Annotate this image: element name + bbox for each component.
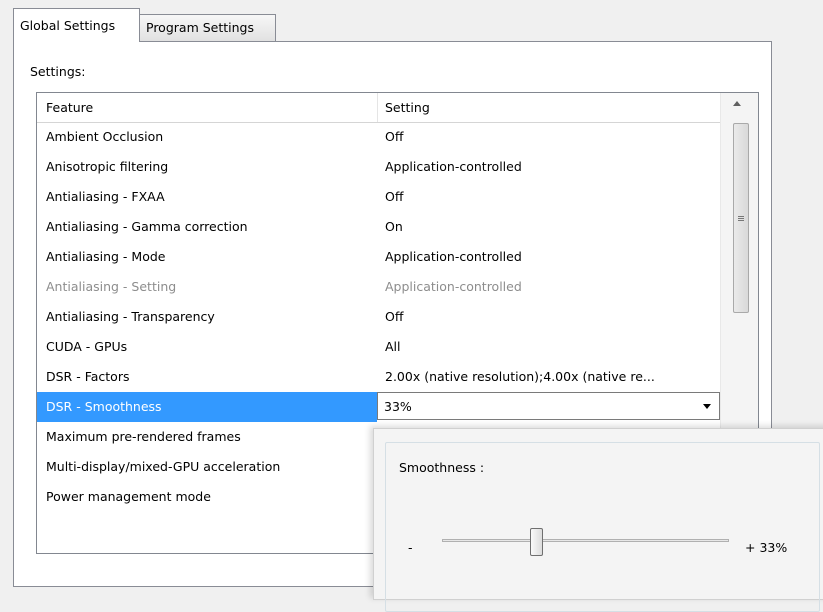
- feature-cell: Antialiasing - Mode: [46, 249, 166, 264]
- feature-cell: Antialiasing - Gamma correction: [46, 219, 248, 234]
- column-divider[interactable]: [377, 93, 378, 122]
- setting-cell: Off: [385, 189, 404, 204]
- setting-cell: 2.00x (native resolution);4.00x (native …: [385, 369, 655, 384]
- dropdown-value: 33%: [384, 399, 412, 414]
- setting-cell: All: [385, 339, 401, 354]
- scroll-up-arrow-icon[interactable]: [733, 101, 741, 106]
- table-row[interactable]: DSR - Factors 2.00x (native resolution);…: [37, 362, 720, 392]
- feature-cell: Maximum pre-rendered frames: [46, 429, 241, 444]
- grip-line: [738, 216, 744, 217]
- settings-label: Settings:: [30, 64, 86, 79]
- smoothness-dropdown[interactable]: 33%: [377, 392, 720, 420]
- column-header-feature[interactable]: Feature: [46, 100, 93, 115]
- tab-program-settings[interactable]: Program Settings: [139, 14, 276, 41]
- tab-label: Program Settings: [146, 20, 254, 35]
- setting-cell: On: [385, 219, 403, 234]
- feature-cell: Antialiasing - FXAA: [46, 189, 165, 204]
- table-row-disabled: Antialiasing - Setting Application-contr…: [37, 272, 720, 302]
- feature-cell: Anisotropic filtering: [46, 159, 169, 174]
- feature-cell: Multi-display/mixed-GPU acceleration: [46, 459, 281, 474]
- setting-cell: Application-controlled: [385, 159, 522, 174]
- grip-line: [738, 218, 744, 219]
- feature-cell: Ambient Occlusion: [46, 129, 164, 144]
- slider-thumb[interactable]: [530, 528, 544, 556]
- list-header: Feature Setting: [37, 93, 720, 123]
- smoothness-popup: Smoothness : - + 33%: [373, 428, 823, 612]
- table-row[interactable]: Ambient Occlusion Off: [37, 122, 720, 152]
- tab-label: Global Settings: [20, 18, 116, 33]
- setting-cell: Application-controlled: [385, 249, 522, 264]
- feature-cell: CUDA - GPUs: [46, 339, 128, 354]
- table-row[interactable]: Anisotropic filtering Application-contro…: [37, 152, 720, 182]
- table-row[interactable]: Antialiasing - FXAA Off: [37, 182, 720, 212]
- slider-track[interactable]: [442, 539, 729, 542]
- feature-cell: DSR - Smoothness: [46, 399, 162, 414]
- table-row-selected[interactable]: DSR - Smoothness 33%: [37, 392, 720, 422]
- dropdown-arrow-icon[interactable]: [703, 404, 711, 409]
- table-row[interactable]: CUDA - GPUs All: [37, 332, 720, 362]
- scrollbar-thumb[interactable]: [733, 123, 749, 313]
- feature-cell: Antialiasing - Setting: [46, 279, 177, 294]
- smoothness-title: Smoothness :: [399, 460, 485, 475]
- feature-cell: DSR - Factors: [46, 369, 130, 384]
- table-row[interactable]: Antialiasing - Transparency Off: [37, 302, 720, 332]
- minus-label: -: [408, 540, 413, 555]
- slider-value-label: + 33%: [745, 540, 788, 555]
- table-row[interactable]: Antialiasing - Mode Application-controll…: [37, 242, 720, 272]
- setting-cell: Off: [385, 309, 404, 324]
- table-row[interactable]: Antialiasing - Gamma correction On: [37, 212, 720, 242]
- column-header-setting[interactable]: Setting: [385, 100, 430, 115]
- setting-cell: Application-controlled: [385, 279, 522, 294]
- tab-global-settings[interactable]: Global Settings: [13, 8, 140, 42]
- grip-line: [738, 220, 744, 221]
- feature-cell: Antialiasing - Transparency: [46, 309, 215, 324]
- feature-cell: Power management mode: [46, 489, 211, 504]
- setting-cell: Off: [385, 129, 404, 144]
- smoothness-groupbox: Smoothness : - + 33%: [385, 442, 820, 612]
